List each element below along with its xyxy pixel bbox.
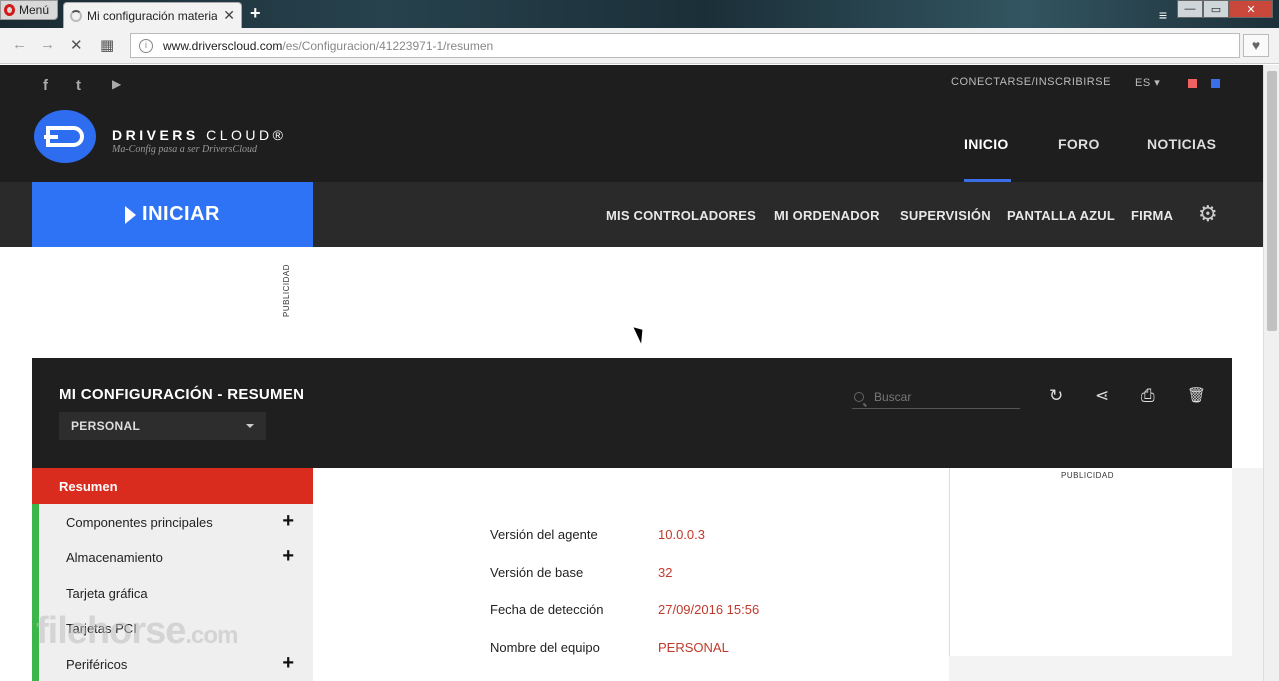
sub-navigation: INICIAR MIS CONTROLADORES MI ORDENADOR S…	[0, 182, 1263, 247]
tab-close-icon[interactable]: ✕	[223, 7, 235, 24]
subnav-mis-controladores[interactable]: MIS CONTROLADORES	[606, 208, 756, 223]
iniciar-button[interactable]: INICIAR	[32, 182, 313, 247]
trash-icon[interactable]: 🗑	[1187, 386, 1206, 404]
page-title: MI CONFIGURACIÓN - RESUMEN	[59, 386, 305, 403]
web-page: f t ▶ CONECTARSE/INSCRIBIRSE ES ▾ DRIVER…	[0, 65, 1263, 681]
summary-label: Versión del agente	[490, 527, 598, 542]
print-icon[interactable]: ⎙	[1141, 386, 1155, 406]
refresh-icon[interactable]: ↻	[1049, 386, 1063, 406]
right-gutter	[1232, 468, 1263, 681]
loading-spinner-icon	[70, 9, 82, 22]
page-scrollbar[interactable]	[1263, 65, 1279, 681]
right-ad-column: PUBLICIDAD	[949, 468, 1232, 656]
expand-plus-icon[interactable]: +	[282, 510, 294, 533]
brand-name[interactable]: DRIVERS CLOUD®	[112, 127, 286, 143]
nav-noticias[interactable]: NOTICIAS	[1147, 136, 1216, 152]
expand-plus-icon[interactable]: +	[282, 652, 294, 675]
search-icon	[854, 392, 864, 402]
summary-content: Versión del agente 10.0.0.3 Versión de b…	[313, 468, 949, 681]
chevron-down-icon	[246, 424, 254, 428]
config-header: MI CONFIGURACIÓN - RESUMEN PERSONAL ↻ ⋖ …	[32, 358, 1232, 468]
filehorse-watermark: filehorse.com	[36, 610, 238, 652]
profile-select[interactable]: PERSONAL	[59, 412, 266, 440]
summary-value: 10.0.0.3	[658, 527, 705, 542]
stop-icon[interactable]: ✕	[70, 36, 83, 54]
summary-value: 32	[658, 565, 673, 580]
url-host: www.driverscloud.com	[163, 38, 283, 53]
minimize-button[interactable]: —	[1177, 0, 1203, 18]
login-link[interactable]: CONECTARSE/INSCRIBIRSE	[951, 76, 1111, 88]
forward-icon[interactable]: →	[40, 36, 55, 53]
menu-label: Menú	[19, 3, 50, 17]
sidebar-item-almacenamiento[interactable]: Almacenamiento +	[32, 539, 313, 575]
share-icon[interactable]: ⋖	[1095, 386, 1109, 406]
maximize-button[interactable]: ▭	[1203, 0, 1229, 18]
gear-icon[interactable]: ⚙	[1198, 201, 1218, 227]
summary-value: 27/09/2016 15:56	[658, 602, 760, 617]
address-bar-row: ← → ✕ ▦ i www.driverscloud.com /es/Confi…	[0, 28, 1279, 64]
summary-value: PERSONAL	[658, 640, 729, 655]
subnav-pantalla-azul[interactable]: PANTALLA AZUL	[1007, 208, 1115, 223]
subnav-mi-ordenador[interactable]: MI ORDENADOR	[774, 208, 880, 223]
browser-tab[interactable]: Mi configuración material ✕	[63, 2, 242, 28]
facebook-icon[interactable]: f	[43, 77, 48, 94]
search-box	[852, 386, 1020, 409]
mouse-cursor-icon	[633, 324, 648, 344]
tab-menu-icon[interactable]: ≡	[1159, 7, 1167, 23]
driverscloud-logo-icon[interactable]	[34, 110, 96, 163]
speed-dial-icon[interactable]: ▦	[100, 36, 114, 54]
site-header: f t ▶ CONECTARSE/INSCRIBIRSE ES ▾ DRIVER…	[0, 65, 1263, 182]
browser-tab-bar: Menú Mi configuración material ✕ + ≡ — ▭…	[0, 0, 1279, 28]
back-icon[interactable]: ←	[12, 36, 27, 53]
expand-plus-icon[interactable]: +	[282, 545, 294, 568]
flag-blue-icon[interactable]	[1211, 79, 1220, 88]
bookmark-heart-icon[interactable]: ♥	[1243, 34, 1269, 57]
search-input[interactable]	[874, 390, 1004, 404]
ad-label: PUBLICIDAD	[1061, 471, 1115, 480]
tab-title: Mi configuración material	[87, 8, 217, 23]
sidebar-item-resumen[interactable]: Resumen	[32, 468, 313, 504]
nav-inicio[interactable]: INICIO	[964, 136, 1009, 152]
twitter-icon[interactable]: t	[76, 77, 81, 94]
right-column-footer	[949, 656, 1232, 681]
nav-foro[interactable]: FORO	[1058, 136, 1100, 152]
sidebar-item-tarjeta-grafica[interactable]: Tarjeta gráfica	[32, 575, 313, 611]
youtube-icon[interactable]: ▶	[112, 77, 121, 91]
subnav-supervision[interactable]: SUPERVISIÓN	[900, 208, 991, 223]
flag-red-icon[interactable]	[1188, 79, 1197, 88]
summary-label: Fecha de detección	[490, 602, 604, 617]
url-input[interactable]: i www.driverscloud.com /es/Configuracion…	[130, 33, 1240, 58]
subnav-firma[interactable]: FIRMA	[1131, 208, 1173, 223]
summary-label: Versión de base	[490, 565, 584, 580]
scrollbar-thumb[interactable]	[1267, 71, 1277, 331]
site-info-icon[interactable]: i	[139, 38, 153, 53]
brand-tagline: Ma-Config pasa a ser DriversCloud	[112, 144, 257, 155]
play-icon	[125, 205, 137, 224]
window-controls: — ▭ ✕	[1177, 0, 1273, 18]
close-window-button[interactable]: ✕	[1229, 0, 1273, 18]
new-tab-button[interactable]: +	[250, 3, 261, 24]
summary-label: Nombre del equipo	[490, 640, 600, 655]
ad-label-vertical: PUBLICIDAD	[282, 263, 292, 318]
opera-menu-button[interactable]: Menú	[0, 0, 58, 20]
sidebar-item-componentes[interactable]: Componentes principales +	[32, 504, 313, 540]
opera-logo-icon	[4, 4, 15, 16]
language-selector[interactable]: ES ▾	[1135, 76, 1160, 89]
url-path: /es/Configuracion/41223971-1/resumen	[282, 38, 494, 53]
